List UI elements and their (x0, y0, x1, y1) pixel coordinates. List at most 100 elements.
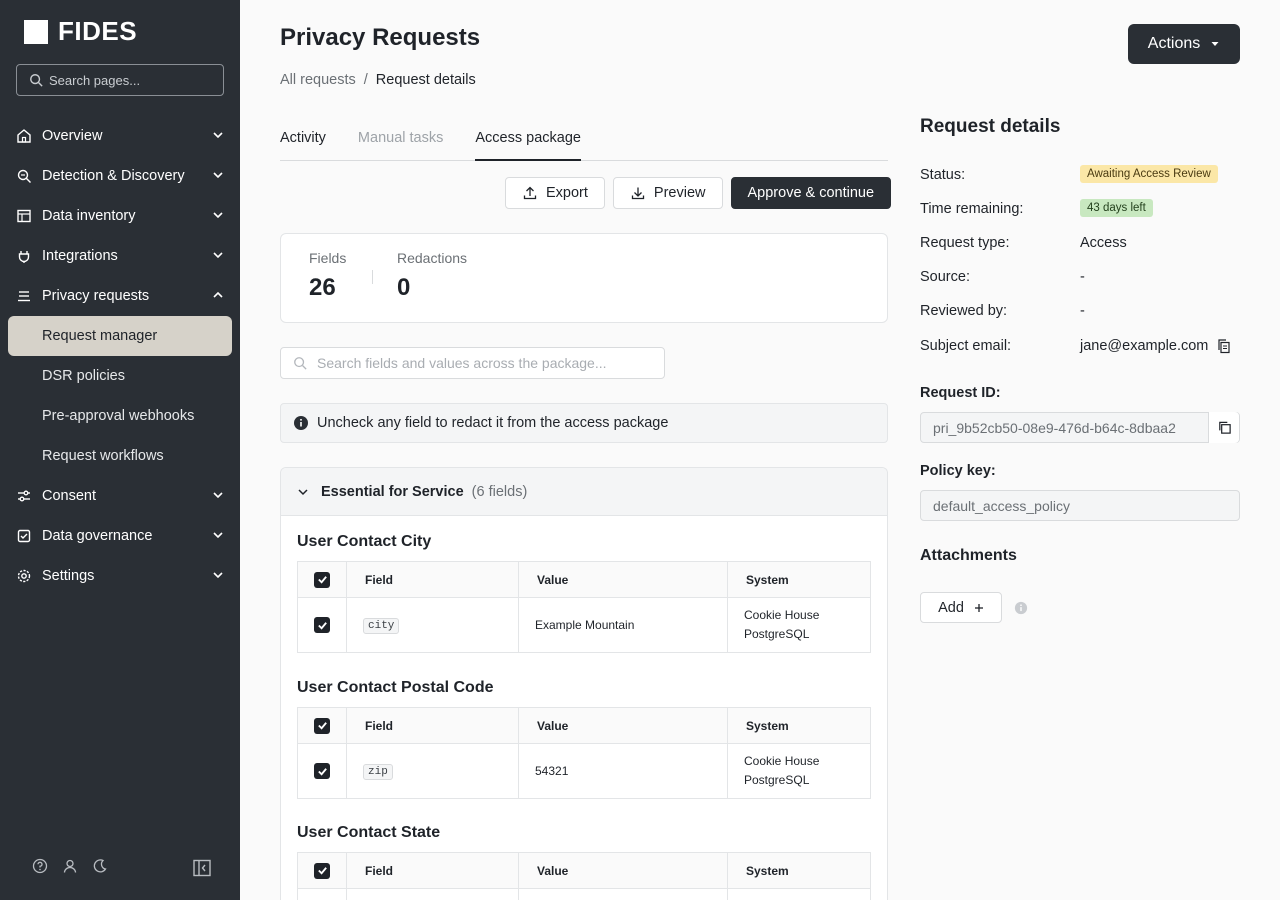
copy-icon (1218, 421, 1231, 434)
chevron-down-icon (298, 488, 308, 495)
redactions-stat: Redactions 0 (397, 250, 467, 302)
moon-icon[interactable] (92, 858, 108, 874)
system-cell: Cookie House PostgreSQL (727, 743, 871, 799)
row-checkbox[interactable] (314, 617, 330, 633)
sidebar-item-request-workflows[interactable]: Request workflows (0, 436, 240, 476)
sidebar-item-data-governance[interactable]: Data governance (0, 516, 240, 556)
stats-card: Fields 26 Redactions 0 (280, 233, 888, 323)
preview-label: Preview (653, 185, 706, 201)
redact-info-banner: Uncheck any field to redact it from the … (280, 403, 888, 443)
check-icon (317, 621, 327, 630)
table-icon (16, 208, 34, 224)
tab-bar: Activity Manual tasks Access package (280, 124, 888, 161)
field-cell: zip (346, 743, 519, 799)
category-header[interactable]: Essential for Service (6 fields) (281, 468, 887, 516)
field-group-title: User Contact State (297, 824, 441, 841)
tab-access-package[interactable]: Access package (475, 124, 581, 161)
redact-info-text: Uncheck any field to redact it from the … (317, 415, 669, 431)
info-icon[interactable] (1014, 601, 1028, 615)
sidebar-item-request-manager[interactable]: Request manager (8, 316, 232, 356)
redactions-stat-label: Redactions (397, 250, 468, 266)
row-checkbox-cell (297, 597, 347, 653)
export-button[interactable]: Export (505, 177, 605, 209)
policy-key-label: Policy key: (920, 463, 996, 479)
column-header-system: System (727, 852, 871, 889)
add-label: Add (938, 599, 964, 616)
help-icon[interactable] (32, 858, 48, 874)
system-type-line: PostgreSQL (744, 773, 810, 787)
main-content: Privacy Requests Actions All requests / Re… (240, 0, 1280, 900)
actions-button[interactable]: Actions (1128, 24, 1240, 64)
table-header-row: Field Value System (297, 852, 871, 889)
export-label: Export (546, 185, 588, 201)
column-header-field: Field (346, 561, 519, 598)
collapse-sidebar-icon[interactable] (192, 858, 212, 878)
time-remaining-label: Time remaining: (920, 201, 1024, 217)
brand-logo[interactable]: FIDES (24, 16, 137, 47)
request-id-field[interactable]: pri_9b52cb50-08e9-476d-b64c-8dbaa2 (920, 412, 1240, 443)
sidebar-item-integrations[interactable]: Integrations (0, 236, 240, 276)
preview-button[interactable]: Preview (612, 177, 723, 209)
copy-request-id-button[interactable] (1208, 412, 1239, 443)
page-title: Privacy Requests (280, 24, 481, 51)
gear-icon (16, 568, 34, 584)
sidebar-item-overview[interactable]: Overview (0, 116, 240, 156)
select-all-checkbox[interactable] (314, 862, 330, 879)
search-scan-icon (16, 168, 34, 184)
row-checkbox[interactable] (314, 763, 330, 779)
sidebar-item-privacy-requests[interactable]: Privacy requests (0, 276, 240, 316)
request-details-panel: Request details Status: Awaiting Access … (920, 116, 1240, 623)
chevron-up-icon (213, 291, 223, 298)
field-table: Field Value System (297, 852, 871, 900)
brand-name: FIDES (58, 16, 138, 46)
system-type-line: PostgreSQL (744, 627, 810, 641)
column-header-value: Value (518, 561, 728, 598)
list-icon (16, 288, 34, 304)
breadcrumb-separator: / (363, 72, 368, 88)
field-key: city (363, 617, 400, 634)
add-attachment-button[interactable]: Add (920, 592, 1002, 623)
value-cell (518, 888, 728, 900)
select-all-cell (297, 852, 347, 889)
sidebar-item-label: Settings (42, 568, 95, 584)
user-icon[interactable] (62, 858, 78, 874)
breadcrumb-all-requests[interactable]: All requests (280, 72, 356, 88)
breadcrumb: All requests / Request details (280, 72, 476, 88)
field-cell: city (346, 597, 519, 653)
request-id-value: pri_9b52cb50-08e9-476d-b64c-8dbaa2 (933, 419, 1176, 436)
plus-icon (974, 603, 983, 612)
sidebar-item-data-inventory[interactable]: Data inventory (0, 196, 240, 236)
select-all-checkbox[interactable] (314, 717, 330, 734)
system-name-line: Cookie House (744, 754, 820, 768)
status-badge: Awaiting Access Review (1080, 165, 1218, 183)
sidebar-item-label: DSR policies (42, 368, 125, 384)
policy-key-field[interactable]: default_access_policy (920, 490, 1240, 521)
sidebar-item-consent[interactable]: Consent (0, 476, 240, 516)
value-cell: Example Mountain (518, 597, 728, 653)
package-search-input[interactable]: Search fields and values across the pack… (280, 347, 665, 379)
sidebar-item-detection-discovery[interactable]: Detection & Discovery (0, 156, 240, 196)
column-header-field: Field (346, 852, 519, 889)
sidebar-item-pre-approval-webhooks[interactable]: Pre-approval webhooks (0, 396, 240, 436)
check-icon (317, 767, 327, 776)
search-icon (294, 357, 307, 370)
chevron-down-icon (213, 132, 223, 139)
select-all-cell (297, 707, 347, 744)
copy-icon[interactable] (1216, 338, 1232, 354)
field-table: Field Value System city Example Mountain… (297, 561, 871, 653)
sidebar-item-settings[interactable]: Settings (0, 556, 240, 596)
approve-continue-button[interactable]: Approve & continue (730, 177, 892, 209)
sidebar-search-placeholder: Search pages... (49, 72, 141, 88)
column-header-value: Value (518, 852, 728, 889)
table-row: city Example Mountain Cookie House Postgr… (297, 597, 871, 653)
sidebar-search-input[interactable]: Search pages... (16, 64, 224, 96)
system-name-line: Cookie House (744, 608, 820, 622)
sidebar-item-dsr-policies[interactable]: DSR policies (0, 356, 240, 396)
reviewed-by-value: - (1080, 303, 1085, 319)
field-table: Field Value System zip 54321 Cookie Hous… (297, 707, 871, 799)
tab-activity[interactable]: Activity (280, 124, 326, 161)
sliders-icon (16, 488, 34, 504)
tab-manual-tasks[interactable]: Manual tasks (358, 124, 443, 161)
chevron-down-icon (213, 572, 223, 579)
select-all-checkbox[interactable] (314, 571, 330, 588)
